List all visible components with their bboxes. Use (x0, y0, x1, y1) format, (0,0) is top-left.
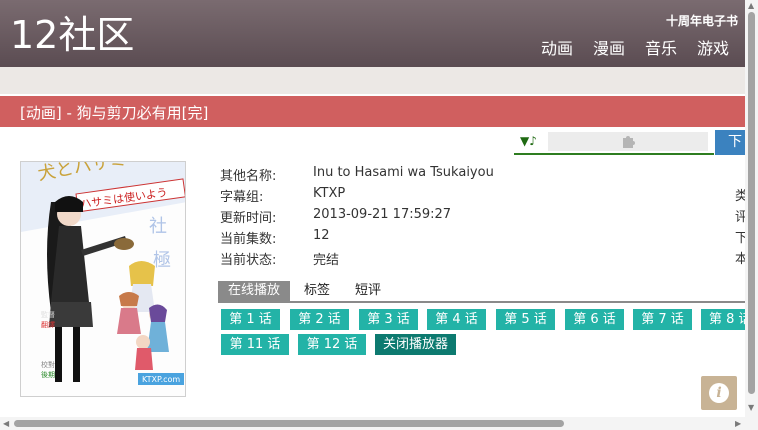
tab-online-play[interactable]: 在线播放 (218, 281, 291, 301)
episode-button[interactable]: 第 11 话 (221, 334, 289, 355)
episode-button[interactable]: 第 3 话 (359, 309, 418, 330)
episode-button[interactable]: 第 8 话 (701, 309, 745, 330)
scroll-down-icon[interactable]: ▼ (748, 403, 754, 412)
nav-games[interactable]: 游戏 (697, 38, 729, 60)
info-value: KTXP (313, 186, 346, 201)
info-value: 完结 (313, 253, 340, 268)
episode-button[interactable]: 第 5 话 (496, 309, 555, 330)
music-note-icon[interactable]: ▼♪ (520, 134, 537, 148)
sub-bar (0, 67, 745, 94)
title-bar: [动画] - 狗与剪刀必有用[完] (0, 96, 745, 127)
info-key: 当前集数: (220, 232, 277, 247)
tab-comments[interactable]: 短评 (355, 281, 381, 301)
episode-button[interactable]: 第 4 话 (427, 309, 486, 330)
page-title: [动画] - 狗与剪刀必有用[完] (20, 104, 209, 122)
info-key: 其他名称: (220, 169, 277, 184)
site-header: 12社区 十周年电子书 动画 漫画 音乐 游戏 (0, 0, 745, 67)
scroll-right-icon[interactable]: ▶ (735, 419, 741, 428)
nav-music[interactable]: 音乐 (645, 38, 677, 60)
main-nav: 动画 漫画 音乐 游戏 (521, 38, 729, 60)
svg-text:社: 社 (149, 216, 167, 237)
episode-button[interactable]: 第 7 话 (633, 309, 692, 330)
svg-text:極: 極 (153, 250, 171, 271)
horizontal-scroll-thumb[interactable] (14, 420, 564, 427)
vertical-scroll-thumb[interactable] (748, 12, 755, 394)
scroll-up-icon[interactable]: ▲ (748, 1, 754, 10)
cover-art: 犬とハサミ ハサミは使いよう 社 極 監督 翻譯 校對 後期 KTXP.com (21, 162, 185, 396)
episode-button[interactable]: 第 2 话 (290, 309, 349, 330)
svg-text:後期: 後期 (41, 370, 55, 379)
logo-number: 12 (10, 13, 59, 57)
episode-button[interactable]: 第 1 话 (221, 309, 280, 330)
info-value: 2013-09-21 17:59:27 (313, 207, 452, 222)
episode-button[interactable]: 第 6 话 (565, 309, 624, 330)
site-logo[interactable]: 12社区 (10, 12, 134, 58)
svg-text:監督: 監督 (41, 310, 55, 319)
info-key: 当前状态: (220, 253, 277, 268)
detail-tabs: 在线播放 标签 短评 (218, 281, 745, 303)
nav-anime[interactable]: 动画 (541, 38, 573, 60)
plugin-placeholder[interactable] (548, 132, 708, 151)
logo-text: 社区 (58, 13, 135, 57)
svg-text:校對: 校對 (41, 360, 55, 369)
svg-text:翻譯: 翻譯 (41, 320, 55, 329)
info-value: Inu to Hasami wa Tsukaiyou (313, 165, 494, 180)
puzzle-icon (623, 136, 635, 148)
download-button[interactable]: 下 (715, 130, 745, 155)
info-key: 字幕组: (220, 190, 264, 205)
info-icon: i (709, 383, 729, 403)
ebook-link[interactable]: 十周年电子书 (666, 12, 738, 29)
scroll-left-icon[interactable]: ◀ (3, 419, 9, 428)
episode-button[interactable]: 第 12 话 (298, 334, 366, 355)
info-button[interactable]: i (701, 376, 737, 410)
scrollbar-corner (745, 417, 758, 430)
info-key: 更新时间: (220, 211, 277, 226)
cover-image: 犬とハサミ ハサミは使いよう 社 極 監督 翻譯 校對 後期 KTXP.com (20, 161, 186, 397)
tab-tags[interactable]: 标签 (304, 281, 330, 301)
nav-manga[interactable]: 漫画 (593, 38, 625, 60)
cover-watermark: KTXP.com (142, 375, 180, 384)
plugin-player-bar: ▼♪ (514, 130, 714, 155)
horizontal-scrollbar[interactable]: ◀ ▶ (0, 417, 745, 430)
info-value: 12 (313, 228, 330, 243)
close-player-button[interactable]: 关闭播放器 (375, 334, 456, 355)
vertical-scrollbar[interactable]: ▲ ▼ (745, 0, 758, 417)
